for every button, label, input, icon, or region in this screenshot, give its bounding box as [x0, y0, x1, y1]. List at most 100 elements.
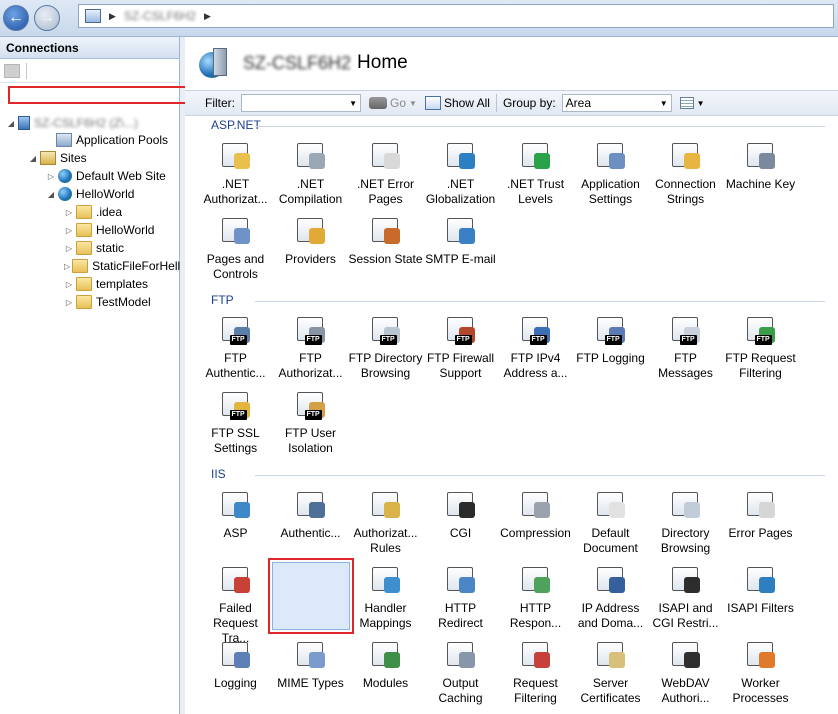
expand-arrow-icon[interactable]: ▷: [64, 208, 74, 217]
feature-req-filter[interactable]: Request Filtering: [498, 635, 573, 707]
tree-node-folder[interactable]: ▷ static: [0, 239, 180, 257]
feature-stack[interactable]: .NET Compilation: [273, 136, 348, 208]
feature-label: FTP Directory Browsing: [348, 351, 423, 380]
chevron-down-icon[interactable]: ▼: [409, 99, 417, 108]
feature-globe[interactable]: .NET Globalization: [423, 136, 498, 208]
tree-node-pool[interactable]: Application Pools: [0, 131, 180, 149]
tree-node-folder[interactable]: ▷ templates: [0, 275, 180, 293]
feature-label: Handler Mappings: [359, 601, 412, 630]
feature-ftp-ssl[interactable]: FTP FTP SSL Settings: [198, 385, 273, 457]
chevron-down-icon[interactable]: ▼: [349, 99, 357, 108]
feature-mime[interactable]: MIME Types: [273, 635, 348, 707]
feature-ftp-authz[interactable]: FTP FTP Authorizat...: [273, 310, 348, 382]
auth-icon: [295, 488, 327, 520]
feature-failed-req[interactable]: Failed Request Tra...: [198, 560, 273, 645]
feature-webdav[interactable]: WebDAV Authori...: [648, 635, 723, 707]
feature-modules[interactable]: Modules: [348, 635, 423, 707]
feature-logging[interactable]: Logging: [198, 635, 273, 707]
feature-session[interactable]: Session State: [348, 211, 423, 283]
collapse-arrow-icon[interactable]: ◢: [6, 119, 16, 128]
tree-node-server[interactable]: ◢ SZ-CSLF6H2 (Z\...): [0, 114, 180, 132]
feature-settings-list[interactable]: Application Settings: [573, 136, 648, 208]
feature-ftp-firewall[interactable]: FTP FTP Firewall Support: [423, 310, 498, 382]
feature-ftp-user[interactable]: FTP FTP User Isolation: [273, 385, 348, 457]
folder-icon: [76, 223, 92, 237]
feature-ftp-filter[interactable]: FTP FTP Request Filtering: [723, 310, 798, 382]
breadcrumb-server[interactable]: SZ-CSLF6H2: [124, 9, 196, 23]
breadcrumb-arrow-icon[interactable]: ▶: [204, 11, 211, 22]
expand-arrow-icon[interactable]: ▷: [64, 280, 74, 289]
tree-node-folder[interactable]: ▷ TestModel: [0, 293, 180, 311]
feature-providers[interactable]: Providers: [273, 211, 348, 283]
feature-isapi-cgi[interactable]: ISAPI and CGI Restri...: [648, 560, 723, 632]
feature-handler[interactable]: Handler Mappings: [348, 560, 423, 632]
forward-arrow-icon[interactable]: →: [34, 5, 60, 31]
feature-label: FTP Logging: [576, 351, 645, 365]
feature-database[interactable]: Connection Strings: [648, 136, 723, 208]
view-button[interactable]: ▼: [679, 97, 705, 109]
feature-http-resp[interactable]: HTTP Respon...: [498, 560, 573, 632]
show-all-icon: [424, 96, 441, 110]
feature-default-doc[interactable]: Default Document: [573, 485, 648, 557]
feature-redirect[interactable]: HTTP Redirect: [423, 560, 498, 632]
feature-ftp-log[interactable]: FTP FTP Logging: [573, 310, 648, 382]
expand-arrow-icon[interactable]: ▷: [64, 262, 70, 271]
chevron-down-icon[interactable]: ▼: [697, 99, 705, 108]
collapse-arrow-icon[interactable]: ◢: [46, 190, 56, 199]
feature-lock-doc[interactable]: .NET Authorizat...: [198, 136, 273, 208]
back-arrow-icon[interactable]: ←: [3, 5, 29, 31]
feature-label: Providers: [285, 252, 336, 266]
group-by-label: Group by:: [502, 96, 556, 110]
feature-ftp-dir[interactable]: FTP FTP Directory Browsing: [348, 310, 423, 382]
connect-icon[interactable]: [4, 63, 20, 78]
collapse-arrow-icon[interactable]: ◢: [28, 154, 38, 163]
feature-dir-browse[interactable]: Directory Browsing: [648, 485, 723, 557]
tree-node-globe[interactable]: ▷ Default Web Site: [0, 167, 180, 185]
feature-worker[interactable]: Worker Processes: [723, 635, 798, 707]
tree-node-sites[interactable]: ◢ Sites: [0, 149, 180, 167]
feature-ftp-auth[interactable]: FTP FTP Authentic...: [198, 310, 273, 382]
feature-trust[interactable]: .NET Trust Levels: [498, 136, 573, 208]
expand-arrow-icon[interactable]: ▷: [64, 298, 74, 307]
feature-output-cache[interactable]: Output Caching: [423, 635, 498, 707]
feature-ftp-msg[interactable]: FTP FTP Messages: [648, 310, 723, 382]
feature-compression[interactable]: Compression: [498, 485, 573, 557]
feature-smtp[interactable]: SMTP E-mail: [423, 211, 498, 283]
breadcrumb-arrow-icon[interactable]: ▶: [109, 11, 116, 22]
tree-node-globe[interactable]: ◢ HelloWorld: [0, 185, 180, 203]
session-icon: [370, 214, 402, 246]
tree-node-folder[interactable]: ▷ .idea: [0, 203, 180, 221]
show-all-button[interactable]: Show All: [424, 96, 490, 110]
feature-ftp-ipv4[interactable]: FTP FTP IPv4 Address a...: [498, 310, 573, 382]
expand-arrow-icon[interactable]: ▷: [64, 244, 74, 253]
feature-label: IP Address and Doma...: [577, 601, 644, 630]
tree-node-folder[interactable]: ▷ HelloWorld: [0, 221, 180, 239]
req-filter-icon: [520, 638, 552, 670]
go-button[interactable]: Go ▼: [369, 96, 417, 110]
expand-arrow-icon[interactable]: ▷: [46, 172, 56, 181]
show-all-label: Show All: [443, 96, 490, 110]
feature-pages[interactable]: Pages and Controls: [198, 211, 273, 283]
expand-arrow-icon[interactable]: ▷: [64, 226, 74, 235]
filter-input[interactable]: ▼: [241, 94, 361, 112]
connections-toolbar: [0, 59, 179, 83]
handler-icon: [370, 563, 402, 595]
feature-cgi[interactable]: CGI: [423, 485, 498, 557]
page-header: SZ-CSLF6H2 Home: [185, 37, 838, 89]
feature-error-404[interactable]: .NET Error Pages: [348, 136, 423, 208]
chevron-down-icon[interactable]: ▼: [660, 99, 668, 108]
feature-asp[interactable]: ASP: [198, 485, 273, 557]
address-bar[interactable]: ▶ SZ-CSLF6H2 ▶: [78, 4, 834, 28]
group-by-select[interactable]: Area ▼: [561, 94, 672, 112]
feature-authz-rules[interactable]: Authorizat... Rules: [348, 485, 423, 557]
feature-label: Application Settings: [581, 177, 640, 206]
feature-auth[interactable]: Authentic...: [273, 485, 348, 557]
feature-label: Worker Processes: [732, 676, 789, 705]
feature-cert[interactable]: Server Certificates: [573, 635, 648, 707]
feature-ip-domain[interactable]: IP Address and Doma...: [573, 560, 648, 632]
providers-icon: [295, 214, 327, 246]
feature-error-pages[interactable]: Error Pages: [723, 485, 798, 557]
feature-machine-key[interactable]: Machine Key: [723, 136, 798, 208]
feature-isapi-filter[interactable]: ISAPI Filters: [723, 560, 798, 632]
tree-node-file[interactable]: ▷ StaticFileForHelloWorld: [0, 257, 180, 275]
